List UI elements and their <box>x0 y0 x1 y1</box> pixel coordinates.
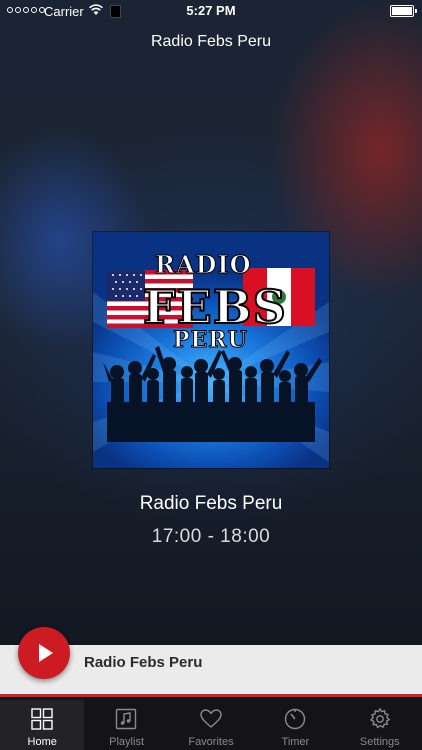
mini-player-title: Radio Febs Peru <box>84 654 203 671</box>
battery-icon <box>390 5 417 17</box>
music-note-icon <box>116 708 137 730</box>
artwork-text-peru: PERU <box>173 327 248 354</box>
tab-favorites-label: Favorites <box>188 736 234 748</box>
tab-bar: Home Playlist Favorites Timer Settings <box>0 700 422 750</box>
tab-favorites[interactable]: Favorites <box>169 700 253 750</box>
artwork-text-radio: RADIO <box>155 250 252 280</box>
artwork-text-febs: FEBS <box>142 279 287 335</box>
play-button[interactable] <box>18 627 70 679</box>
tab-timer-label: Timer <box>281 736 310 748</box>
status-time: 5:27 PM <box>186 3 236 18</box>
tab-settings-label: Settings <box>359 736 400 748</box>
crowd-silhouette-icon <box>103 346 322 442</box>
app-screen: Carrier 5:27 PM Radio Febs Peru RADIO FE… <box>0 0 422 750</box>
station-artwork: RADIO FEBS PERU <box>93 232 329 468</box>
tab-timer[interactable]: Timer <box>253 700 337 750</box>
tab-settings[interactable]: Settings <box>338 700 422 750</box>
tab-playlist[interactable]: Playlist <box>84 700 168 750</box>
tab-home[interactable]: Home <box>0 700 85 750</box>
tab-playlist-label: Playlist <box>109 736 144 748</box>
tab-home-label: Home <box>27 736 57 748</box>
play-icon <box>39 644 53 662</box>
page-title: Radio Febs Peru <box>150 33 272 50</box>
timer-icon <box>284 708 306 730</box>
status-bar: Carrier 5:27 PM <box>0 0 422 22</box>
gear-icon <box>369 707 390 729</box>
schedule-time: 17:00 - 18:00 <box>151 526 271 547</box>
grid-icon <box>31 708 53 730</box>
heart-icon <box>200 709 222 728</box>
station-name: Radio Febs Peru <box>139 493 283 514</box>
